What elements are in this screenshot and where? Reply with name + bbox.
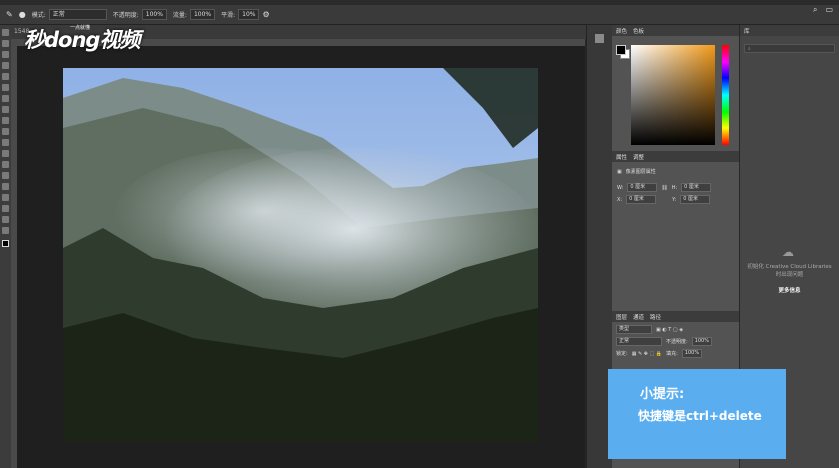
y-field[interactable]: 0 厘米	[680, 195, 711, 204]
shape-tool-icon[interactable]	[2, 205, 9, 212]
document-image[interactable]	[63, 68, 538, 442]
y-label: Y:	[672, 196, 677, 203]
smooth-label: 平滑:	[221, 12, 236, 19]
h-field[interactable]: 0 厘米	[681, 183, 712, 192]
type-tool-icon[interactable]	[2, 183, 9, 190]
watermark-subtitle: 一点就懂	[70, 25, 91, 31]
tip-title: 小提示:	[640, 387, 685, 402]
hand-tool-icon[interactable]	[2, 216, 9, 223]
link-icon[interactable]: ⛓	[661, 185, 667, 191]
brush-tool-icon[interactable]: ✎	[6, 10, 13, 19]
eyedropper-tool-icon[interactable]	[2, 73, 9, 80]
layer-opacity-field[interactable]: 100%	[691, 337, 712, 346]
layers-tabs: 图层 通道 路径	[612, 311, 739, 322]
more-info-link[interactable]: 更多信息	[740, 286, 839, 294]
fill-label: 填充:	[666, 351, 678, 357]
tip-body: 快捷键是ctrl+delete	[638, 409, 762, 423]
tab-libraries[interactable]: 库	[744, 27, 750, 35]
libraries-tabs: 库	[740, 25, 839, 36]
color-picker-field[interactable]	[631, 45, 715, 145]
mode-select[interactable]: 正常	[48, 9, 107, 20]
fill-field[interactable]: 100%	[681, 349, 703, 358]
search-icon[interactable]: ⌕	[813, 5, 817, 15]
dodge-tool-icon[interactable]	[2, 161, 9, 168]
foreground-color-swatch[interactable]	[2, 240, 9, 247]
opacity-label: 不透明度:	[112, 12, 139, 19]
lock-label: 锁定:	[616, 351, 628, 357]
misty-mountain-photo	[63, 68, 538, 442]
blur-tool-icon[interactable]	[2, 150, 9, 157]
properties-tabs: 属性 调整	[612, 151, 739, 162]
settings-gear-icon[interactable]: ⚙	[262, 10, 269, 19]
libraries-error-message: 初始化 Creative Cloud Libraries 时出现问题	[747, 264, 832, 278]
path-select-icon[interactable]	[2, 194, 9, 201]
history-brush-icon[interactable]	[2, 117, 9, 124]
pixel-layer-icon: ▣	[617, 168, 622, 175]
flow-field[interactable]: 100%	[189, 9, 216, 20]
x-field[interactable]: 0 厘米	[626, 195, 657, 204]
tab-channels[interactable]: 通道	[633, 313, 644, 321]
h-label: H:	[671, 184, 678, 191]
zoom-tool-icon[interactable]	[2, 227, 9, 234]
libraries-search-input[interactable]: ⌕	[744, 44, 835, 53]
pen-tool-icon[interactable]	[2, 172, 9, 179]
tip-overlay: 小提示: 快捷键是ctrl+delete	[608, 369, 786, 459]
mode-label: 模式:	[31, 12, 46, 19]
gradient-tool-icon[interactable]	[2, 139, 9, 146]
smooth-field[interactable]: 10%	[238, 9, 260, 20]
eraser-tool-icon[interactable]	[2, 128, 9, 135]
marquee-tool-icon[interactable]	[2, 40, 9, 47]
lock-icons[interactable]: ▦ ✎ ✥ ⬚ 🔒	[632, 351, 662, 357]
filter-icons[interactable]: ▣ ◐ T ▢ ◈	[656, 327, 683, 333]
tab-swatches[interactable]: 色板	[633, 27, 644, 35]
hue-slider[interactable]	[722, 45, 729, 145]
x-label: X:	[617, 196, 623, 203]
tab-paths[interactable]: 路径	[650, 313, 661, 321]
w-label: W:	[617, 184, 624, 191]
brush-tool-icon[interactable]	[2, 95, 9, 102]
tab-adjustments[interactable]: 调整	[633, 153, 644, 161]
history-panel-icon[interactable]	[595, 34, 604, 43]
opacity-field[interactable]: 100%	[141, 9, 167, 20]
color-panel-tabs: 颜色 色板	[612, 25, 739, 36]
properties-panel: 属性 调整 ▣ 像素图层属性 W: 0 厘米 ⛓ H: 0 厘米 X: 0 厘米…	[612, 151, 739, 311]
cloud-error-icon: ☁	[782, 245, 794, 259]
color-panel	[612, 36, 739, 151]
healing-tool-icon[interactable]	[2, 84, 9, 91]
options-bar: ✎ ● 模式: 正常 不透明度: 100% 流量: 100% 平滑: 10% ⚙	[0, 5, 839, 25]
tab-color[interactable]: 颜色	[616, 27, 627, 35]
properties-title: 像素图层属性	[625, 169, 656, 175]
tab-layers[interactable]: 图层	[616, 313, 627, 321]
stamp-tool-icon[interactable]	[2, 106, 9, 113]
blend-mode-select[interactable]: 正常	[616, 337, 662, 346]
crop-tool-icon[interactable]	[2, 62, 9, 69]
layer-opacity-label: 不透明度:	[666, 339, 688, 345]
layer-kind-filter[interactable]: 类型	[616, 325, 652, 334]
w-field[interactable]: 0 厘米	[627, 183, 658, 192]
tab-properties[interactable]: 属性	[616, 153, 627, 161]
lasso-tool-icon[interactable]	[2, 51, 9, 58]
flow-label: 流量:	[172, 12, 187, 19]
workspace-icon[interactable]: ▭	[825, 5, 833, 15]
brush-preset-icon[interactable]: ●	[19, 10, 26, 19]
foreground-color-swatch-panel[interactable]	[616, 45, 626, 55]
move-tool-icon[interactable]	[2, 29, 9, 36]
